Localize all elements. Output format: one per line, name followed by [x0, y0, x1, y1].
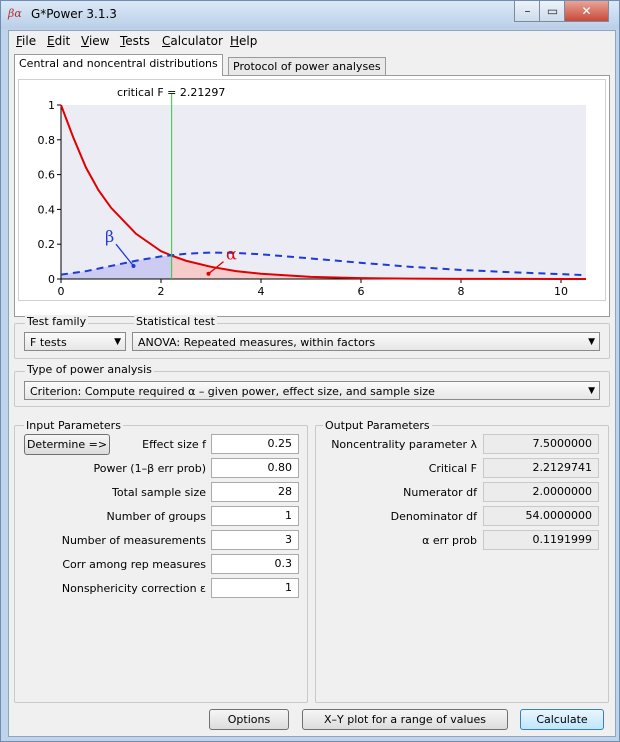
- y-tick-label: 0.6: [38, 169, 56, 182]
- output-field-value: 7.5000000: [483, 434, 599, 454]
- menu-tests[interactable]: Tests: [120, 34, 150, 48]
- output-field-value: 2.2129741: [483, 458, 599, 478]
- x-tick-label: 6: [358, 285, 365, 298]
- options-button[interactable]: Options: [209, 709, 289, 730]
- input-field-value[interactable]: 1: [211, 506, 299, 526]
- input-field-value[interactable]: 28: [211, 482, 299, 502]
- statistical-test-select[interactable]: ANOVA: Repeated measures, within factors…: [132, 332, 600, 351]
- alpha-symbol: α: [226, 245, 237, 264]
- power-analysis-value: Criterion: Compute required α – given po…: [30, 385, 435, 398]
- input-field-label: Effect size f: [142, 438, 206, 451]
- input-field-value[interactable]: 1: [211, 578, 299, 598]
- chevron-down-icon: ▼: [588, 386, 595, 396]
- input-field-value[interactable]: 0.25: [211, 434, 299, 454]
- x-tick-label: 2: [158, 285, 165, 298]
- xy-plot-button[interactable]: X–Y plot for a range of values: [302, 709, 508, 730]
- output-field-value: 2.0000000: [483, 482, 599, 502]
- statistical-test-value: ANOVA: Repeated measures, within factors: [138, 336, 376, 349]
- alpha-pointer-dot: [206, 271, 211, 276]
- y-tick-label: 0.2: [38, 238, 56, 251]
- output-field-label: Noncentrality parameter λ: [331, 438, 477, 451]
- menu-view[interactable]: View: [81, 34, 109, 48]
- app-window: βα G*Power 3.1.3 – ▭ ✕ File Edit View Te…: [0, 0, 620, 742]
- beta-alpha-app-icon: βα: [8, 7, 22, 20]
- input-field-value[interactable]: 0.80: [211, 458, 299, 478]
- test-family-select[interactable]: F tests ▼: [24, 332, 126, 351]
- input-parameters-title: Input Parameters: [24, 419, 123, 432]
- tab-protocol[interactable]: Protocol of power analyses: [228, 57, 386, 76]
- client-area: File Edit View Tests Calculator Help Cen…: [8, 30, 616, 737]
- test-family-value: F tests: [30, 336, 67, 349]
- menu-file[interactable]: File: [16, 34, 36, 48]
- output-field-value: 0.1191999: [483, 530, 599, 550]
- power-analysis-select[interactable]: Criterion: Compute required α – given po…: [24, 381, 600, 400]
- maximize-icon[interactable]: ▭: [539, 1, 566, 22]
- x-tick-label: 10: [554, 285, 568, 298]
- output-field-label: Critical F: [428, 462, 477, 475]
- menu-calculator[interactable]: Calculator: [162, 34, 223, 48]
- distribution-chart: critical F = 2.21297 0 2 4 6 8 1000.20.40.60.…: [38, 86, 587, 298]
- x-tick-label: 4: [258, 285, 265, 298]
- tab-distributions[interactable]: Central and noncentral distributions: [14, 54, 223, 76]
- calculate-button[interactable]: Calculate: [520, 709, 604, 730]
- output-parameters-title: Output Parameters: [323, 419, 432, 432]
- input-field-value[interactable]: 3: [211, 530, 299, 550]
- minimize-icon[interactable]: –: [514, 1, 541, 22]
- chevron-down-icon: ▼: [114, 337, 121, 347]
- test-family-label: Test family: [25, 315, 89, 328]
- input-field-label: Total sample size: [111, 486, 206, 499]
- title-bar[interactable]: βα G*Power 3.1.3 – ▭ ✕: [1, 1, 619, 29]
- input-field-label: Corr among rep measures: [62, 558, 206, 571]
- input-field-value[interactable]: 0.3: [211, 554, 299, 574]
- y-tick-label: 0.8: [38, 134, 56, 147]
- distribution-graph: critical F = 2.21297 0 2 4 6 8 10 0 0.2 0.4 0.6 0.…: [18, 79, 606, 301]
- input-field-label: Number of measurements: [61, 534, 206, 547]
- input-field-label: Number of groups: [106, 510, 206, 523]
- power-analysis-label: Type of power analysis: [25, 363, 154, 376]
- beta-pointer-dot: [131, 263, 136, 268]
- close-icon[interactable]: ✕: [564, 1, 609, 22]
- output-field-value: 54.0000000: [483, 506, 599, 526]
- beta-symbol: β: [105, 227, 114, 246]
- y-tick-label: 0.4: [38, 203, 56, 216]
- y-tick-label: 1: [48, 99, 55, 112]
- menu-edit[interactable]: Edit: [47, 34, 70, 48]
- output-field-label: Denominator df: [390, 510, 477, 523]
- y-tick-label: 0: [48, 273, 55, 286]
- output-field-label: Numerator df: [403, 486, 477, 499]
- output-field-label: α err prob: [422, 534, 477, 547]
- plot-background: [61, 105, 586, 279]
- menu-bar: File Edit View Tests Calculator Help: [9, 31, 615, 51]
- input-field-label: Power (1–β err prob): [93, 462, 206, 475]
- input-field-label: Nonsphericity correction ε: [61, 582, 206, 595]
- menu-help[interactable]: Help: [230, 34, 257, 48]
- distributions-panel: critical F = 2.21297 0 2 4 6 8 10 0 0.2 0.4 0.6 0.…: [14, 75, 610, 317]
- statistical-test-label: Statistical test: [134, 315, 217, 328]
- x-tick-label: 0: [58, 285, 65, 298]
- x-tick-label: 8: [458, 285, 465, 298]
- window-title: G*Power 3.1.3: [31, 7, 117, 21]
- chevron-down-icon: ▼: [588, 337, 595, 347]
